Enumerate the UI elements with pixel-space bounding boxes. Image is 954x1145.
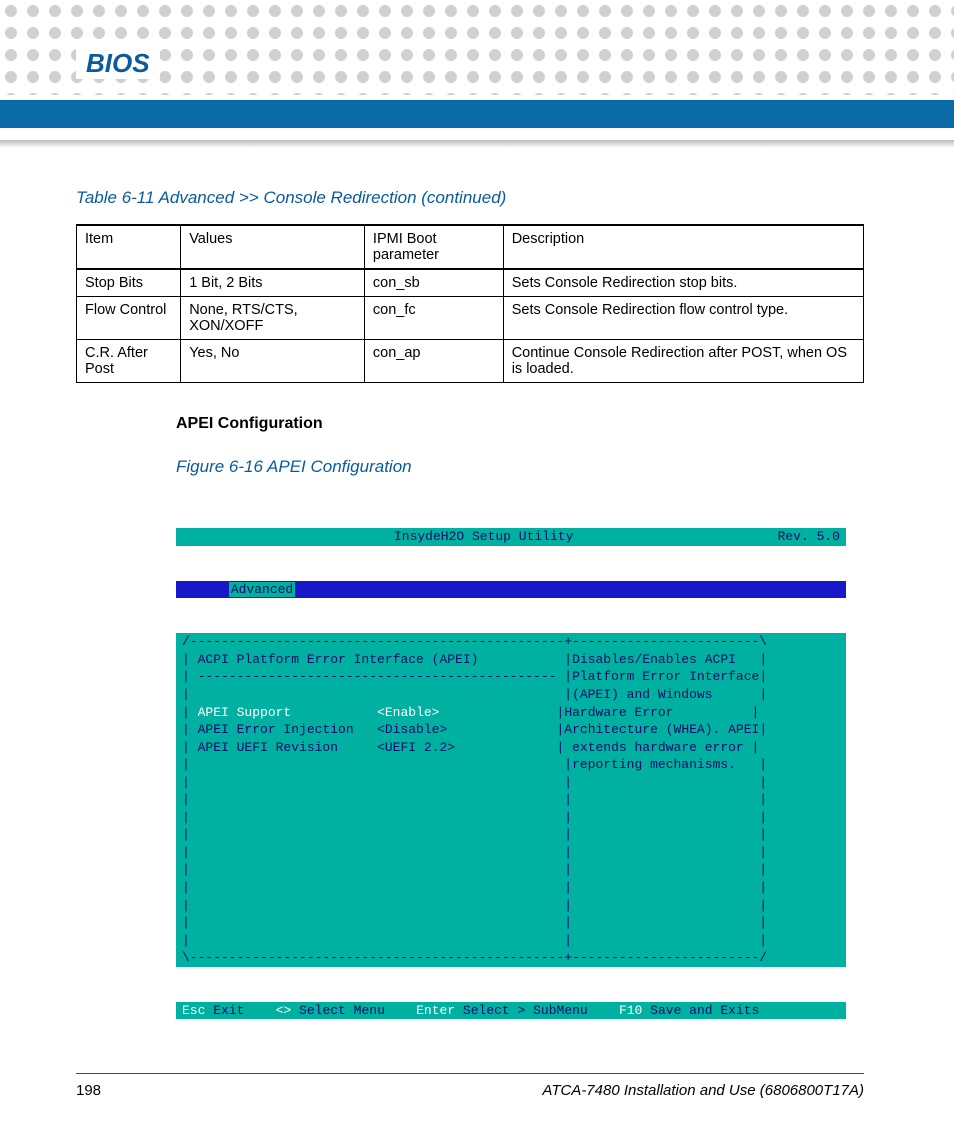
table-row: C.R. After Post Yes, No con_ap Continue … [77,340,864,383]
table-row: Stop Bits 1 Bit, 2 Bits con_sb Sets Cons… [77,269,864,297]
bios-tab-advanced: Advanced [229,582,295,597]
bios-key-f10: F10 [619,1003,642,1018]
header-shadow [0,140,954,148]
bios-panel-title: ACPI Platform Error Interface (APEI) [198,652,479,667]
header-blue-bar [0,100,954,128]
doc-title: ATCA-7480 Installation and Use (6806800T… [542,1082,864,1099]
bios-setup-screenshot: InsydeH2O Setup Utility Rev. 5.0 Advance… [176,493,846,1055]
bios-key-esc: Esc [182,1003,205,1018]
page-number: 198 [76,1082,101,1099]
page-footer: 198 ATCA-7480 Installation and Use (6806… [76,1073,864,1099]
bios-item-apei-error-injection: APEI Error Injection <Disable> [198,722,448,737]
bios-body: /---------------------------------------… [176,633,846,966]
table-row: Flow Control None, RTS/CTS, XON/XOFF con… [77,297,864,340]
bios-title-bar: InsydeH2O Setup Utility Rev. 5.0 [176,528,846,546]
bios-item-apei-support: APEI Support <Enable> [198,705,440,720]
col-param: IPMI Boot parameter [364,225,503,269]
bios-item-apei-uefi-revision: APEI UEFI Revision <UEFI 2.2> [198,740,455,755]
bios-key-enter: Enter [416,1003,455,1018]
col-desc: Description [503,225,863,269]
figure-caption: Figure 6-16 APEI Configuration [176,457,864,477]
bios-key-arrows: <> [276,1003,292,1018]
bios-revision: Rev. 5.0 [778,528,840,546]
bios-tab-bar: Advanced [176,581,846,599]
col-item: Item [77,225,181,269]
section-heading: APEI Configuration [176,415,864,433]
console-redirection-table: Item Values IPMI Boot parameter Descript… [76,224,864,383]
table-header-row: Item Values IPMI Boot parameter Descript… [77,225,864,269]
bios-footer-bar: Esc Exit <> Select Menu Enter Select > S… [176,1002,846,1020]
bios-title: InsydeH2O Setup Utility [190,528,778,546]
table-caption: Table 6-11 Advanced >> Console Redirecti… [76,188,864,208]
page-header-title: BIOS [76,48,160,79]
col-values: Values [181,225,365,269]
